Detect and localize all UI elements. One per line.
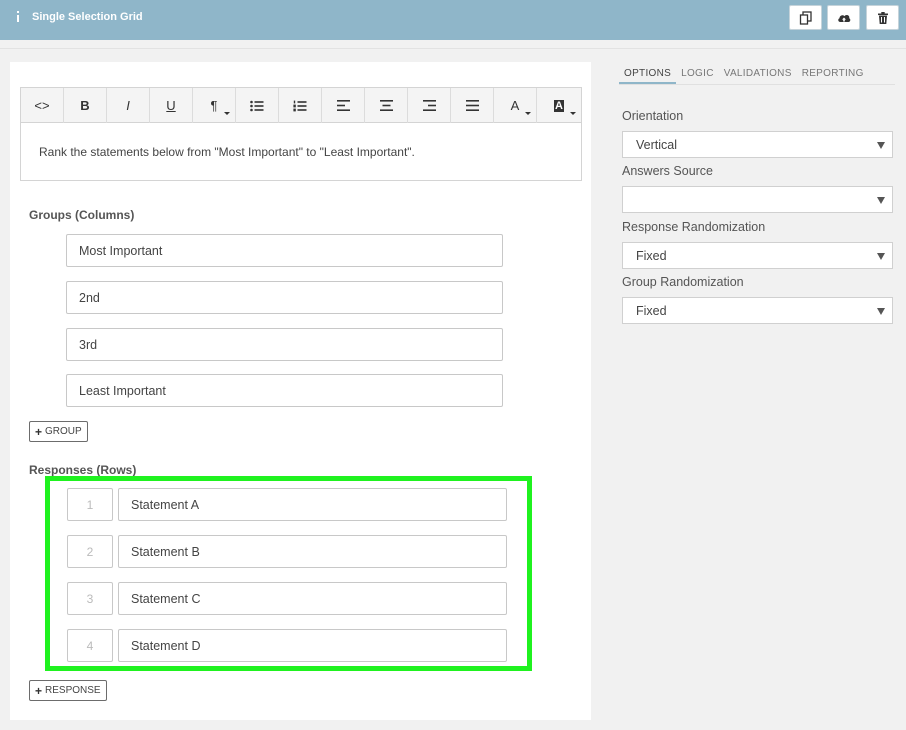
copy-button[interactable] — [789, 5, 822, 30]
dropdown-arrow-icon — [877, 142, 885, 149]
paragraph-button[interactable]: ¶ — [193, 88, 236, 123]
bullet-list-button[interactable] — [236, 88, 279, 123]
paragraph-icon: ¶ — [210, 98, 218, 113]
code-view-button[interactable]: <> — [21, 88, 64, 123]
add-response-label: RESPONSE — [45, 685, 101, 696]
trash-icon — [877, 11, 888, 24]
tab-options[interactable]: OPTIONS — [619, 66, 677, 84]
bold-icon: B — [80, 98, 90, 113]
response-number: 4 — [67, 629, 113, 662]
add-group-button[interactable]: + GROUP — [29, 421, 88, 442]
group-randomization-select[interactable]: Fixed — [622, 297, 893, 324]
orientation-label: Orientation — [622, 109, 684, 123]
numbered-list-icon — [293, 100, 307, 111]
align-left-button[interactable] — [322, 88, 365, 123]
response-randomization-select[interactable]: Fixed — [622, 242, 893, 269]
bold-button[interactable]: B — [64, 88, 107, 123]
editor-toolbar: <> B I U ¶ A A — [21, 88, 581, 123]
align-right-button[interactable] — [408, 88, 451, 123]
response-field[interactable]: Statement D — [118, 629, 507, 662]
align-right-icon — [422, 100, 436, 111]
group-randomization-label: Group Randomization — [622, 275, 744, 289]
group-randomization-value: Fixed — [636, 303, 667, 318]
plus-icon: + — [35, 683, 43, 698]
italic-icon: I — [126, 98, 130, 113]
group-field[interactable]: 2nd — [66, 281, 503, 314]
group-field[interactable]: Most Important — [66, 234, 503, 267]
groups-label: Groups (Columns) — [29, 208, 135, 222]
justify-button[interactable] — [451, 88, 494, 123]
page-title: Single Selection Grid — [32, 11, 143, 23]
response-number: 3 — [67, 582, 113, 615]
response-field[interactable]: Statement C — [118, 582, 507, 615]
response-number: 1 — [67, 488, 113, 521]
info-icon[interactable] — [15, 10, 21, 28]
save-cloud-button[interactable] — [827, 5, 860, 30]
answers-source-select[interactable] — [622, 186, 893, 213]
options-tabs: OPTIONS LOGIC VALIDATIONS REPORTING — [619, 66, 895, 85]
align-center-icon — [379, 100, 393, 111]
divider — [0, 48, 906, 49]
font-color-button[interactable]: A — [494, 88, 537, 123]
orientation-value: Vertical — [636, 137, 677, 152]
group-field[interactable]: 3rd — [66, 328, 503, 361]
add-response-button[interactable]: + RESPONSE — [29, 680, 107, 701]
add-group-label: GROUP — [45, 426, 82, 437]
dropdown-arrow-icon — [877, 197, 885, 204]
response-randomization-label: Response Randomization — [622, 220, 766, 234]
tab-logic[interactable]: LOGIC — [676, 66, 719, 84]
response-field[interactable]: Statement A — [118, 488, 507, 521]
plus-icon: + — [35, 424, 43, 439]
dropdown-arrow-icon — [877, 308, 885, 315]
responses-label: Responses (Rows) — [29, 463, 137, 477]
justify-icon — [465, 100, 479, 111]
header-bar: Single Selection Grid — [0, 0, 906, 40]
dropdown-arrow-icon — [877, 253, 885, 260]
question-text[interactable]: Rank the statements below from "Most Imp… — [21, 123, 581, 159]
font-color-icon: A — [510, 98, 520, 113]
numbered-list-button[interactable] — [279, 88, 322, 123]
underline-button[interactable]: U — [150, 88, 193, 123]
response-field[interactable]: Statement B — [118, 535, 507, 568]
highlight-color-button[interactable]: A — [537, 88, 581, 123]
orientation-select[interactable]: Vertical — [622, 131, 893, 158]
cloud-upload-icon — [837, 14, 850, 22]
delete-button[interactable] — [866, 5, 899, 30]
bullet-list-icon — [250, 100, 264, 111]
response-number: 2 — [67, 535, 113, 568]
group-field[interactable]: Least Important — [66, 374, 503, 407]
tab-reporting[interactable]: REPORTING — [797, 66, 869, 84]
italic-button[interactable]: I — [107, 88, 150, 123]
copy-icon — [799, 10, 812, 25]
rich-text-editor: <> B I U ¶ A A Rank the statements below… — [20, 87, 582, 181]
tab-validations[interactable]: VALIDATIONS — [719, 66, 797, 84]
answers-source-label: Answers Source — [622, 164, 714, 178]
align-left-icon — [336, 100, 350, 111]
align-center-button[interactable] — [365, 88, 408, 123]
question-editor-panel: <> B I U ¶ A A Rank the statements below… — [10, 62, 591, 720]
response-randomization-value: Fixed — [636, 248, 667, 263]
underline-icon: U — [166, 98, 176, 113]
highlight-color-icon: A — [554, 99, 564, 112]
code-icon: <> — [34, 98, 50, 113]
